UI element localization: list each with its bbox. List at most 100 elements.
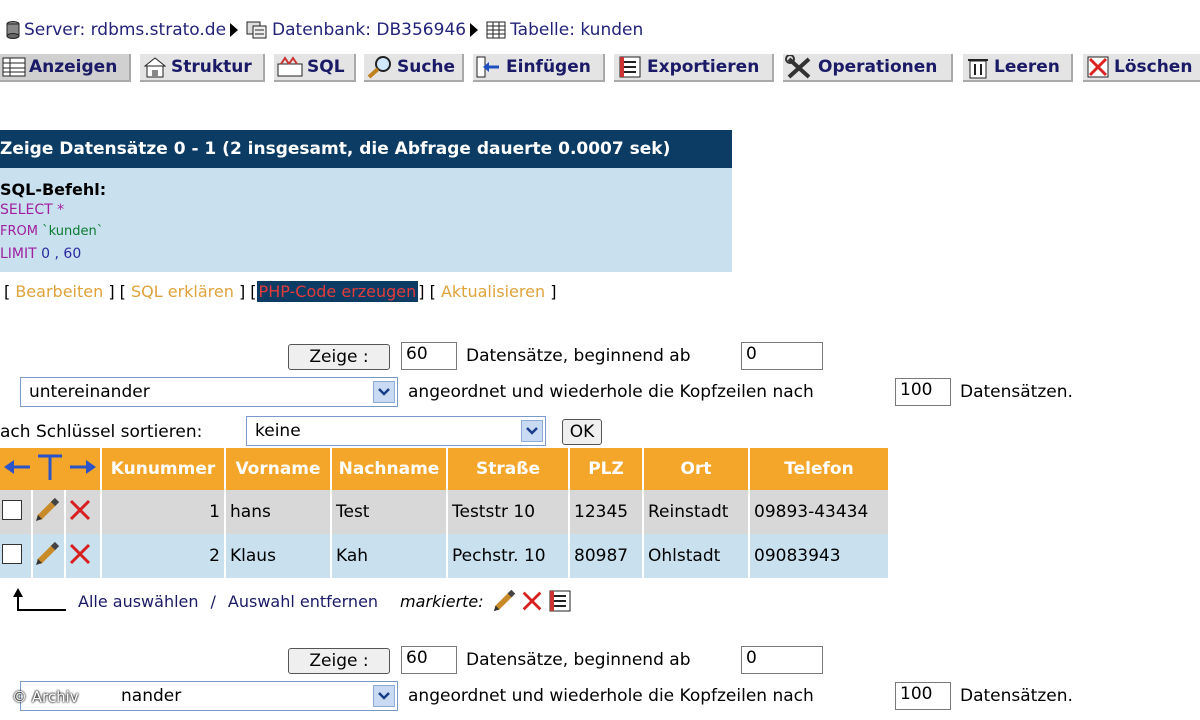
triangle-right-icon [230,23,239,37]
start-row-input-bottom[interactable]: 0 [741,646,823,674]
tab-export[interactable]: Exportieren [614,54,774,82]
column-header[interactable]: Vorname [225,448,332,490]
separator: / [210,591,216,611]
tab-drop[interactable]: Löschen [1083,54,1200,82]
database-icon [246,20,268,40]
column-header[interactable]: Ort [643,448,750,490]
column-arrows-icon [4,454,96,480]
table-header-row: Kunummer Vorname Nachname Straße PLZ Ort… [0,448,890,490]
server-icon [6,21,20,39]
cell-plz: 80987 [569,534,644,578]
row-checkbox[interactable] [2,543,22,564]
deselect-link[interactable]: Auswahl entfernen [228,592,378,611]
pencil-edit-icon[interactable] [490,588,518,614]
repeat-label-bottom: angeordnet und wiederhole die Kopfzeilen… [408,686,814,706]
query-box [0,168,732,272]
sql-label: SQL-Befehl: [0,180,107,199]
show-button-bottom[interactable]: Zeige : [288,648,390,674]
chevron-down-icon [373,685,395,707]
table-row: 1 hans Test Teststr 10 12345 Reinstadt 0… [0,490,890,534]
marked-label: markierte: [400,591,484,611]
delete-x-icon[interactable] [66,496,94,524]
browse-icon [2,57,26,77]
repeat-label-top: angeordnet und wiederhole die Kopfzeilen… [408,382,814,402]
operations-icon [785,55,811,79]
database-label: Datenbank: [272,20,372,40]
cell-telefon: 09893-43434 [749,490,890,534]
repeat-suffix-bottom: Datensätzen. [960,686,1073,706]
display-mode-select-top[interactable]: untereinander [20,377,398,407]
column-header[interactable]: Nachname [331,448,448,490]
cell-vorname: Klaus [225,534,332,578]
tab-search[interactable]: Suche [364,54,464,82]
delete-x-icon[interactable] [66,540,94,568]
table-row: 2 Klaus Kah Pechstr. 10 80987 Ohlstadt 0… [0,534,890,578]
start-row-input-top[interactable]: 0 [741,342,823,370]
tab-structure[interactable]: Struktur [140,54,265,82]
export-icon[interactable] [546,588,574,614]
explain-sql-link[interactable]: SQL erklären [131,282,234,301]
sql-line-from: FROM `kunden` [0,224,104,239]
chevron-down-icon [373,381,395,403]
tab-operations[interactable]: Operationen [783,54,953,82]
column-header[interactable]: PLZ [569,448,644,490]
tab-empty[interactable]: Leeren [963,54,1073,82]
rows-label-top: Datensätze, beginnend ab [466,346,691,366]
export-icon [619,56,641,78]
row-count-input-bottom[interactable]: 60 [401,646,457,674]
cell-nachname: Test [331,490,448,534]
repeat-header-input-bottom[interactable]: 100 [895,682,951,710]
database-link[interactable]: DB356946 [376,20,466,40]
column-resize-arrows[interactable] [0,448,102,490]
cell-telefon: 09083943 [749,534,890,578]
create-php-code-link[interactable]: PHP-Code erzeugen [256,281,419,302]
results-table: Kunummer Vorname Nachname Straße PLZ Ort… [0,448,890,578]
repeat-header-input-top[interactable]: 100 [895,378,951,406]
sort-key-select[interactable]: keine [246,416,546,446]
select-all-link[interactable]: Alle auswählen [78,592,199,611]
empty-icon [968,59,988,79]
tab-browse[interactable]: Anzeigen [0,54,131,82]
sql-line-limit: LIMIT 0 , 60 [0,246,82,262]
cell-kunummer: 1 [101,490,226,534]
server-link[interactable]: rdbms.strato.de [91,20,226,40]
query-result-header: Zeige Datensätze 0 - 1 (2 insgesamt, die… [0,130,732,168]
query-action-links: [ Bearbeiten ] [ SQL erklären ] [PHP-Cod… [4,281,557,302]
sql-line-select: SELECT * [0,202,65,218]
ok-button[interactable]: OK [562,419,602,445]
delete-x-icon[interactable] [518,588,546,614]
table-label: Tabelle: [510,20,575,40]
column-header[interactable]: Straße [447,448,570,490]
show-button-top[interactable]: Zeige : [288,344,390,370]
sql-icon [277,56,303,77]
row-checkbox[interactable] [2,499,22,520]
copyright-watermark: © Archiv [12,688,79,706]
sort-label: ach Schlüssel sortieren: [0,422,203,442]
breadcrumb: Server: rdbms.strato.de Datenbank: DB356… [4,18,643,42]
tab-sql[interactable]: SQL [274,54,356,82]
triangle-right-icon [470,23,479,37]
drop-icon [1087,56,1109,78]
column-header[interactable]: Kunummer [101,448,226,490]
cell-strasse: Teststr 10 [447,490,570,534]
refresh-link[interactable]: Aktualisieren [441,282,545,301]
column-header[interactable]: Telefon [749,448,890,490]
pencil-edit-icon[interactable] [33,496,61,524]
cell-ort: Ohlstadt [643,534,750,578]
repeat-suffix-top: Datensätzen. [960,382,1073,402]
search-icon [367,56,391,79]
chevron-down-icon [521,420,543,442]
edit-link[interactable]: Bearbeiten [15,282,103,301]
selection-bar: Alle auswählen / Auswahl entfernen marki… [0,588,574,614]
table-icon [486,21,506,39]
tab-insert[interactable]: Einfügen [473,54,605,82]
cell-strasse: Pechstr. 10 [447,534,570,578]
structure-icon [143,57,167,78]
pencil-edit-icon[interactable] [33,540,61,568]
cell-kunummer: 2 [101,534,226,578]
row-count-input-top[interactable]: 60 [401,342,457,370]
cell-nachname: Kah [331,534,448,578]
cell-vorname: hans [225,490,332,534]
arrow-up-elbow-icon [13,588,66,611]
table-link[interactable]: kunden [580,20,643,40]
